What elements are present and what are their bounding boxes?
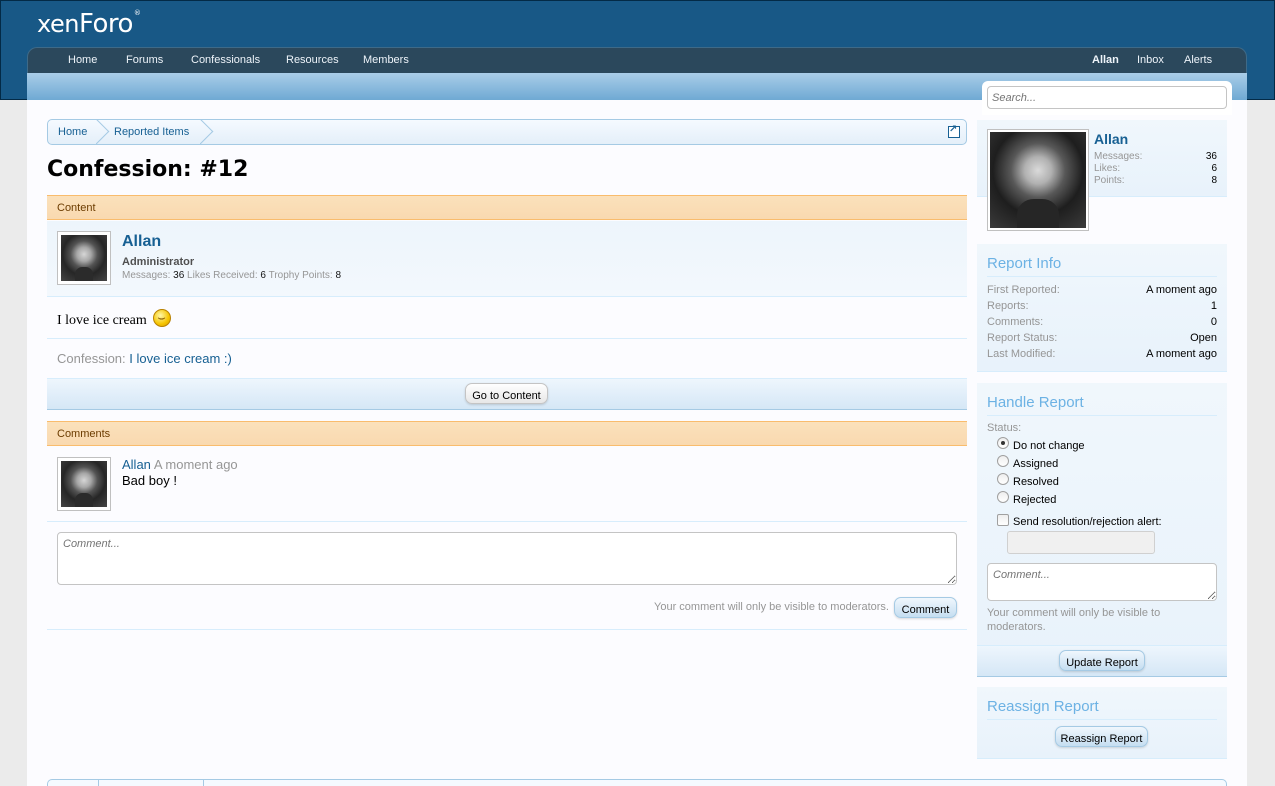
- alert-reason-input[interactable]: [1007, 531, 1155, 554]
- visitor-messages-label: Messages:: [1094, 151, 1143, 162]
- post-body: I love ice cream: [57, 309, 172, 329]
- divider: [987, 415, 1217, 416]
- breadcrumb-reported-items[interactable]: Reported Items: [114, 126, 189, 138]
- nav-tab-forums[interactable]: Forums: [126, 54, 163, 66]
- post-author-avatar[interactable]: [57, 231, 111, 285]
- smiley-icon: [153, 309, 172, 327]
- report-status-label: Report Status:: [987, 332, 1058, 344]
- comment-submit-button[interactable]: Comment: [894, 597, 957, 618]
- comment-author-avatar[interactable]: [57, 457, 111, 511]
- page-title: Confession: #12: [47, 157, 249, 182]
- send-alert-label[interactable]: Send resolution/rejection alert:: [1013, 516, 1162, 528]
- first-reported-label: First Reported:: [987, 284, 1060, 296]
- status-option-label[interactable]: Resolved: [1013, 476, 1059, 488]
- status-option-label[interactable]: Do not change: [1013, 440, 1085, 452]
- reports-label: Reports:: [987, 300, 1029, 312]
- breadcrumb-home[interactable]: Home: [58, 126, 87, 138]
- comments-count-value: 0: [1210, 316, 1217, 328]
- post-author-title: Administrator: [122, 256, 195, 268]
- status-radio-rejected[interactable]: [997, 491, 1009, 503]
- logo[interactable]: xenForo®: [37, 9, 141, 39]
- nav-tab-confessionals[interactable]: Confessionals: [191, 54, 260, 66]
- status-radio-resolved[interactable]: [997, 473, 1009, 485]
- visitor-avatar[interactable]: [987, 129, 1089, 231]
- nav-user-link[interactable]: Allan: [1092, 54, 1119, 66]
- nav-tab-home[interactable]: Home: [68, 54, 97, 66]
- visitor-likes-value: 6: [1211, 163, 1217, 174]
- comment-author: Allan A moment ago: [122, 457, 238, 472]
- status-option-label[interactable]: Rejected: [1013, 494, 1056, 506]
- report-status-value: Open: [1190, 332, 1217, 344]
- divider: [47, 338, 967, 339]
- comment-input[interactable]: [57, 532, 957, 585]
- visitor-name[interactable]: Allan: [1094, 131, 1128, 147]
- visitor-likes-label: Likes:: [1094, 163, 1121, 174]
- send-alert-checkbox[interactable]: [997, 514, 1009, 526]
- content-section-heading: Content: [47, 195, 967, 220]
- update-report-button[interactable]: Update Report: [1059, 650, 1145, 671]
- post-author-name[interactable]: Allan: [122, 233, 161, 251]
- visitor-points-value: 8: [1211, 175, 1217, 186]
- handle-comment-input[interactable]: [987, 563, 1217, 601]
- comments-section-heading: Comments: [47, 421, 967, 446]
- comment-author-name[interactable]: Allan: [122, 457, 151, 472]
- divider: [987, 719, 1217, 720]
- divider: [987, 276, 1217, 277]
- nav-bar: Home Forums Confessionals Resources Memb…: [27, 47, 1247, 73]
- breadcrumb: Home Reported Items: [47, 119, 967, 145]
- status-radio-do-not-change[interactable]: [997, 437, 1009, 449]
- status-radio-assigned[interactable]: [997, 455, 1009, 467]
- breadcrumb-separator: [96, 119, 110, 145]
- visitor-points-label: Points:: [1094, 175, 1125, 186]
- search-input[interactable]: [987, 86, 1227, 109]
- status-option-label[interactable]: Assigned: [1013, 458, 1058, 470]
- bottom-breadcrumb: [47, 779, 1227, 786]
- comments-count-label: Comments:: [987, 316, 1044, 328]
- confession-link[interactable]: I love ice cream :): [129, 351, 232, 366]
- last-modified-value: A moment ago: [1146, 348, 1217, 360]
- nav-inbox-link[interactable]: Inbox: [1137, 54, 1164, 66]
- handle-report-heading: Handle Report: [987, 394, 1084, 411]
- last-modified-label: Last Modified:: [987, 348, 1056, 360]
- reassign-report-heading: Reassign Report: [987, 698, 1099, 715]
- nav-tab-resources[interactable]: Resources: [286, 54, 339, 66]
- status-label: Status:: [987, 422, 1022, 434]
- first-reported-value: A moment ago: [1146, 284, 1217, 296]
- handle-visibility-note: Your comment will only be visible to mod…: [987, 607, 1161, 633]
- nav-tab-members[interactable]: Members: [363, 54, 409, 66]
- comment-time: A moment ago: [153, 457, 238, 472]
- reports-value: 1: [1210, 300, 1217, 312]
- go-to-content-button[interactable]: Go to Content: [465, 383, 548, 404]
- comment-text: Bad boy !: [122, 473, 177, 488]
- divider: [47, 629, 967, 630]
- breadcrumb-separator: [200, 119, 214, 145]
- post-author-stats: Messages: 36 Likes Received: 6 Trophy Po…: [122, 270, 342, 281]
- report-info-heading: Report Info: [987, 255, 1062, 272]
- jump-to-icon[interactable]: [948, 124, 960, 138]
- visitor-messages-value: 36: [1205, 151, 1217, 162]
- nav-alerts-link[interactable]: Alerts: [1184, 54, 1212, 66]
- confession-reference: Confession: I love ice cream :): [57, 351, 232, 366]
- comment-visibility-note: Your comment will only be visible to mod…: [654, 601, 889, 613]
- reassign-report-button[interactable]: Reassign Report: [1055, 726, 1148, 747]
